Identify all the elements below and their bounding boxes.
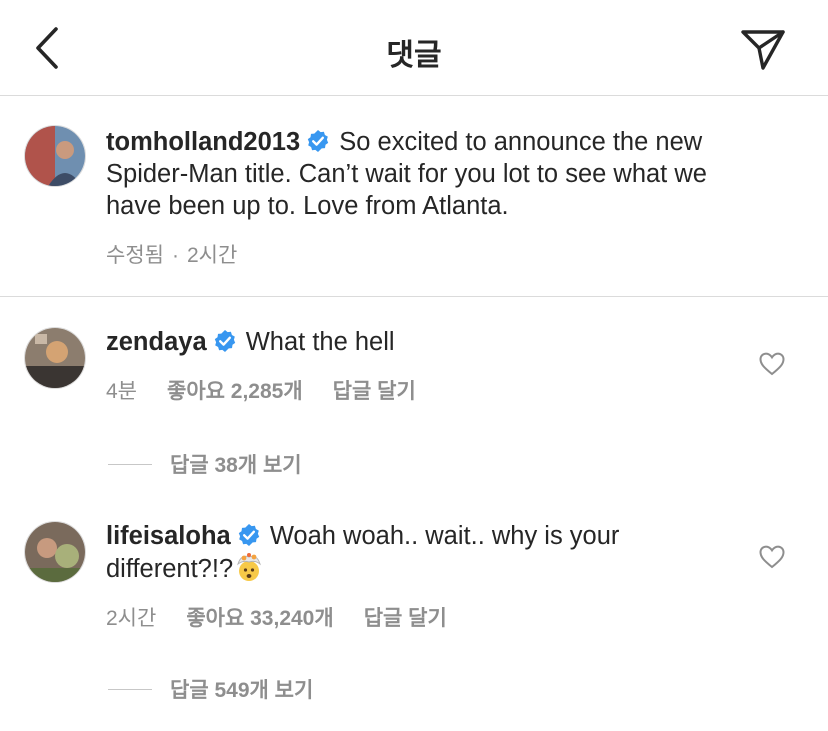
view-replies-label: 답글 38개 보기 [170, 454, 302, 477]
replies-divider [108, 688, 152, 690]
comment-meta: 4분 좋아요 2,285개 답글 달기 [106, 375, 446, 405]
like-button[interactable] [756, 542, 788, 572]
page-title: 댓글 [386, 39, 442, 72]
view-replies-button[interactable]: 답글 549개 보기 [108, 674, 313, 704]
likes-count[interactable]: 좋아요 33,240개 [186, 607, 333, 630]
caption-line: Spider-Man title. Can’t wait for you lot… [106, 160, 707, 188]
meta-separator: · [171, 244, 179, 267]
comment-time: 4분 [106, 380, 137, 403]
post-caption: tomholland2013 So excited to announce th… [0, 96, 828, 297]
view-replies-label: 답글 549개 보기 [170, 679, 314, 702]
comment-body: What the hell [245, 328, 395, 356]
comment-body: different?!? [106, 555, 234, 583]
like-button[interactable] [756, 349, 788, 379]
replies-divider [108, 463, 152, 465]
view-replies-button[interactable]: 답글 38개 보기 [108, 449, 302, 479]
caption-text: tomholland2013 So excited to announce th… [106, 126, 806, 222]
comment-time: 2시간 [106, 607, 157, 630]
post-meta: 수정됨 · 2시간 [106, 239, 267, 269]
avatar[interactable] [24, 521, 86, 583]
verified-badge-icon [214, 330, 235, 352]
share-button[interactable] [738, 26, 788, 72]
likes-count[interactable]: 좋아요 2,285개 [167, 380, 303, 403]
comment-text: lifeisaloha Woah woah.. wait.. why is yo… [106, 520, 746, 585]
avatar[interactable] [24, 125, 86, 187]
comment-item: lifeisaloha Woah woah.. wait.. why is yo… [0, 492, 828, 731]
post-username[interactable]: tomholland2013 [106, 128, 300, 156]
comment-item: zendaya What the hell 4분 좋아요 2,285개 답글 달기 … [0, 297, 828, 492]
verified-badge-icon [238, 524, 259, 546]
exploding-head-emoji-icon [237, 553, 262, 581]
caption-line: So excited to announce the new [339, 128, 703, 156]
reply-button[interactable]: 답글 달기 [364, 607, 447, 630]
comment-text: zendaya What the hell [106, 326, 746, 358]
paper-plane-icon [741, 30, 785, 70]
heart-icon [759, 352, 785, 376]
avatar[interactable] [24, 327, 86, 389]
caption-line: have been up to. Love from Atlanta. [106, 192, 509, 220]
comment-body: Woah woah.. wait.. why is your [269, 522, 620, 550]
edited-label: 수정됨 [106, 244, 164, 267]
post-time: 2시간 [186, 244, 238, 267]
comment-username[interactable]: lifeisaloha [106, 522, 231, 550]
header: 댓글 [0, 0, 828, 96]
heart-icon [759, 545, 785, 569]
reply-button[interactable]: 답글 달기 [333, 380, 416, 403]
comment-username[interactable]: zendaya [106, 328, 207, 356]
verified-badge-icon [307, 130, 329, 152]
comment-meta: 2시간 좋아요 33,240개 답글 달기 [106, 602, 477, 632]
